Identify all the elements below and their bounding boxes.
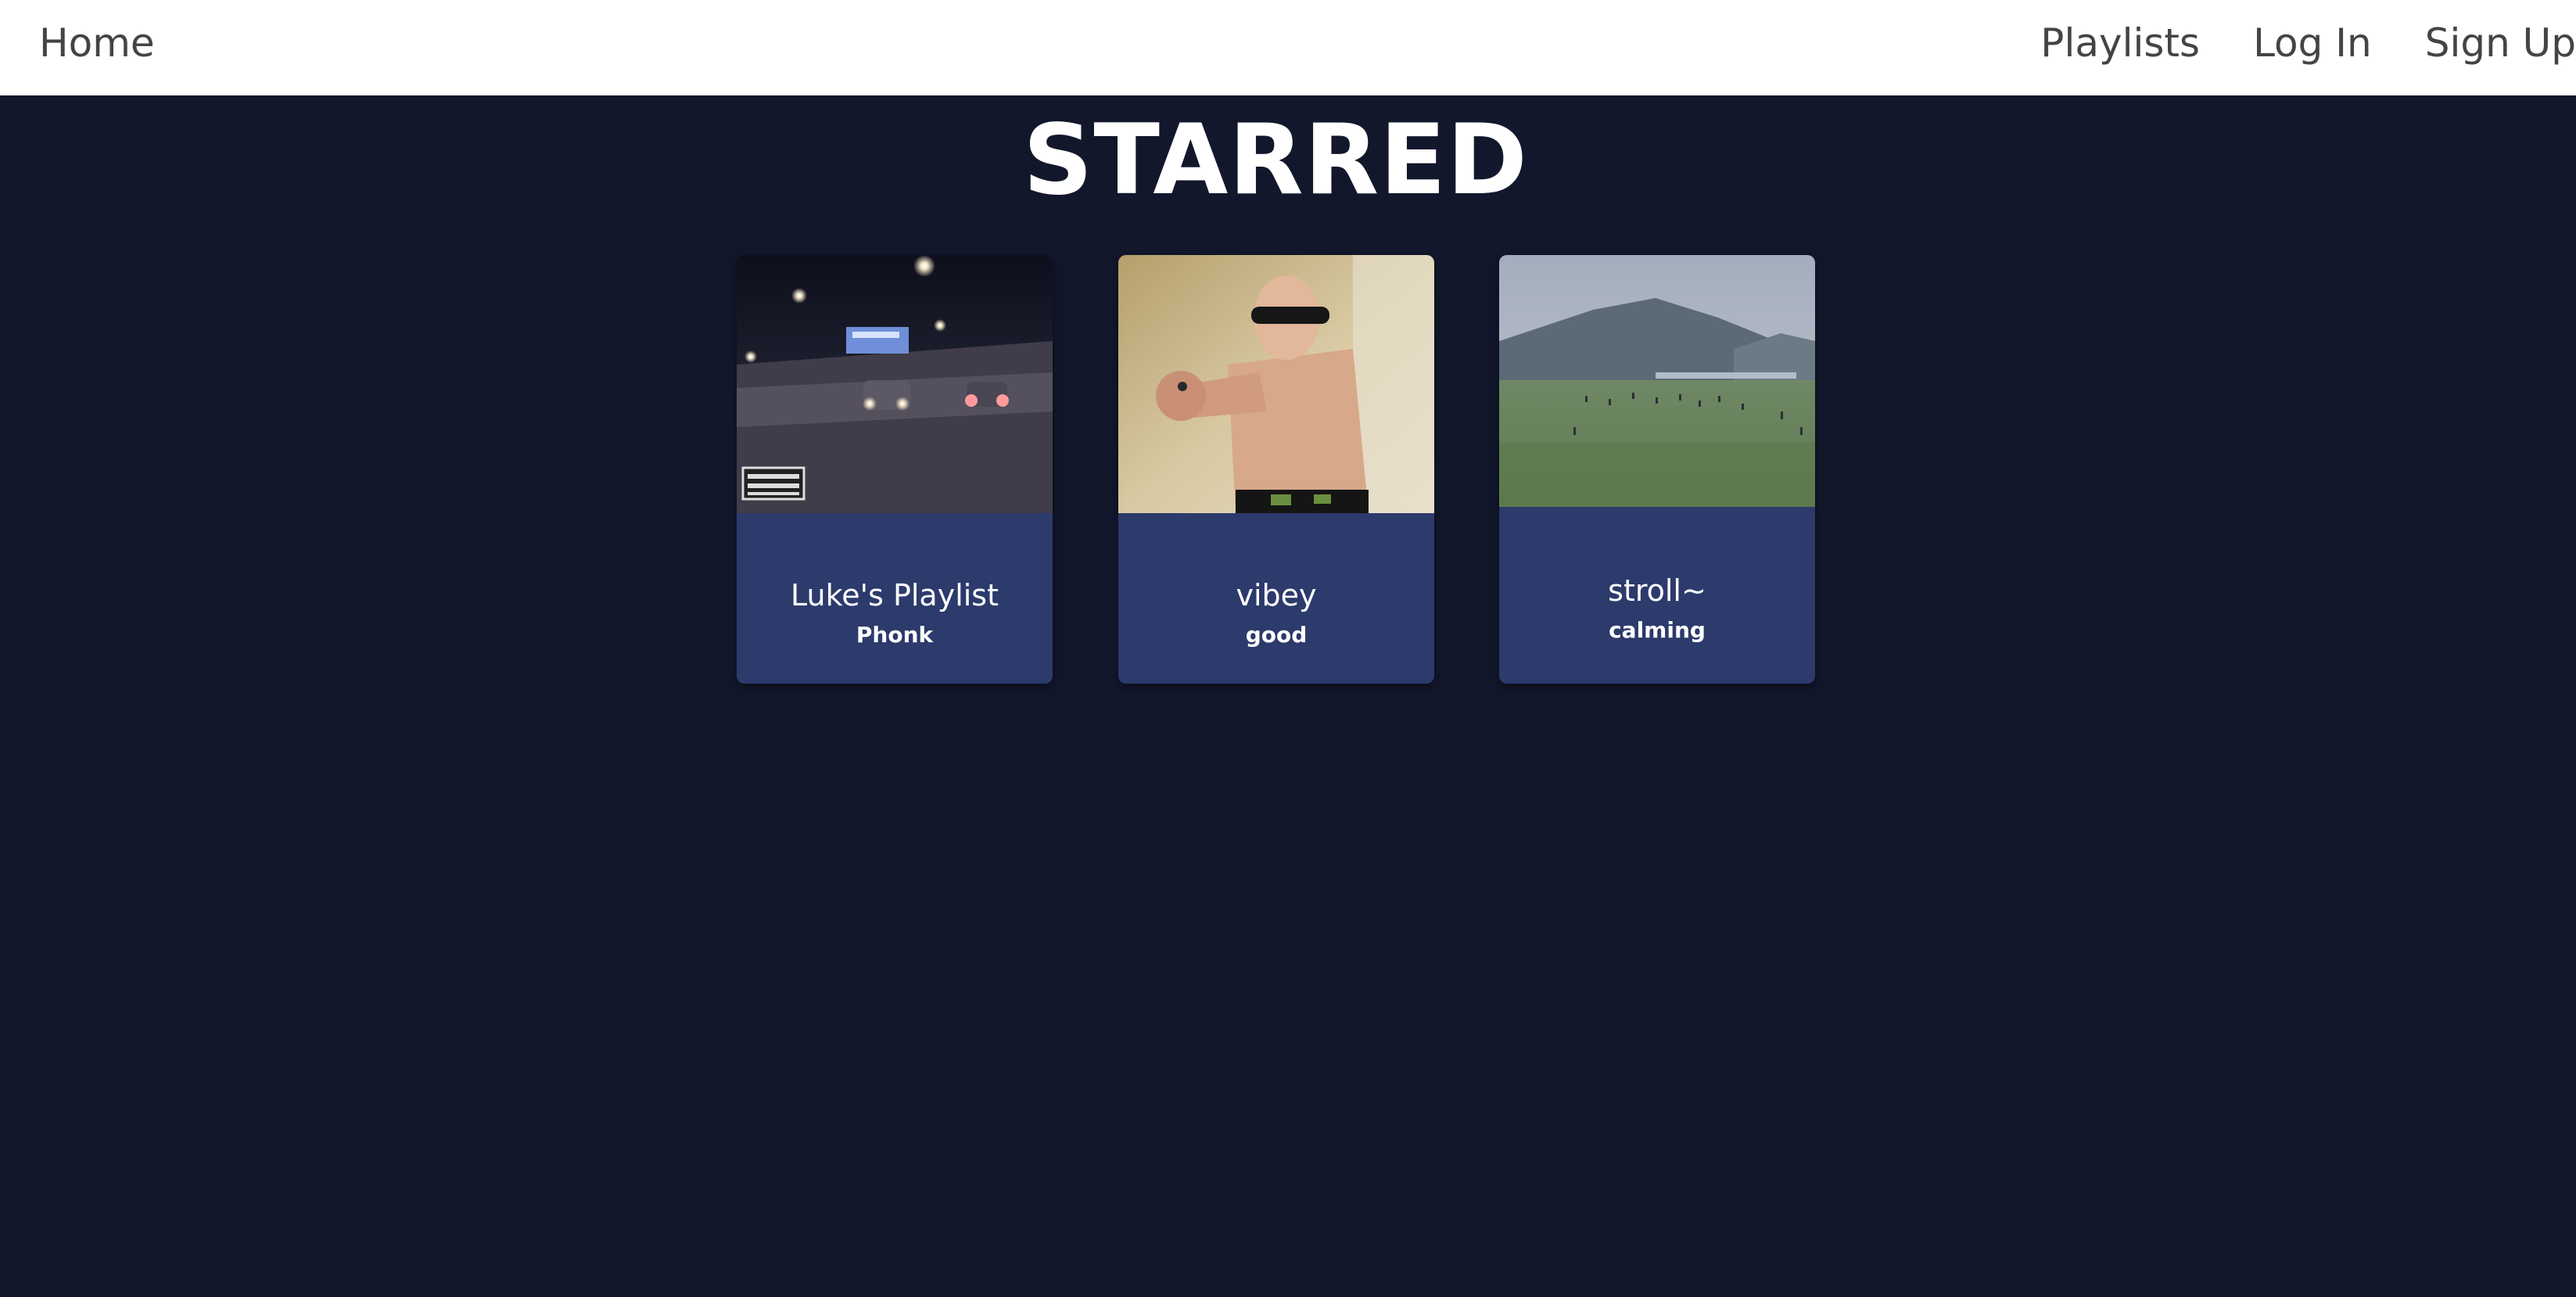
playlist-genre: calming <box>1609 617 1706 643</box>
playlist-card[interactable]: Luke's Playlist Phonk <box>737 255 1053 684</box>
playlist-title: stroll~ <box>1608 573 1706 608</box>
nav-login-link[interactable]: Log In <box>2253 0 2372 86</box>
green-field-mountain-photo <box>1499 255 1815 507</box>
nav-playlists-link[interactable]: Playlists <box>2040 0 2200 86</box>
playlist-title: vibey <box>1236 578 1317 613</box>
playlist-genre: Phonk <box>856 622 934 648</box>
playlist-card[interactable]: stroll~ calming <box>1499 255 1815 684</box>
playlist-title: Luke's Playlist <box>791 578 999 613</box>
night-highway-cars-photo <box>737 255 1053 513</box>
playlist-genre: good <box>1245 622 1308 648</box>
nav-home-link[interactable]: Home <box>39 0 155 86</box>
playlist-card[interactable]: vibey good <box>1118 255 1434 684</box>
top-navbar: Home Playlists Log In Sign Up <box>0 0 2576 95</box>
page-title: STARRED <box>1023 104 1528 217</box>
nav-signup-link[interactable]: Sign Up <box>2425 0 2576 86</box>
playlist-cover-image <box>1499 255 1815 507</box>
nav-right-links: Playlists Log In Sign Up <box>2040 0 2576 86</box>
playlist-cover-image <box>737 255 1053 513</box>
man-pointing-sunglasses-photo <box>1118 255 1434 513</box>
playlist-cover-image <box>1118 255 1434 513</box>
